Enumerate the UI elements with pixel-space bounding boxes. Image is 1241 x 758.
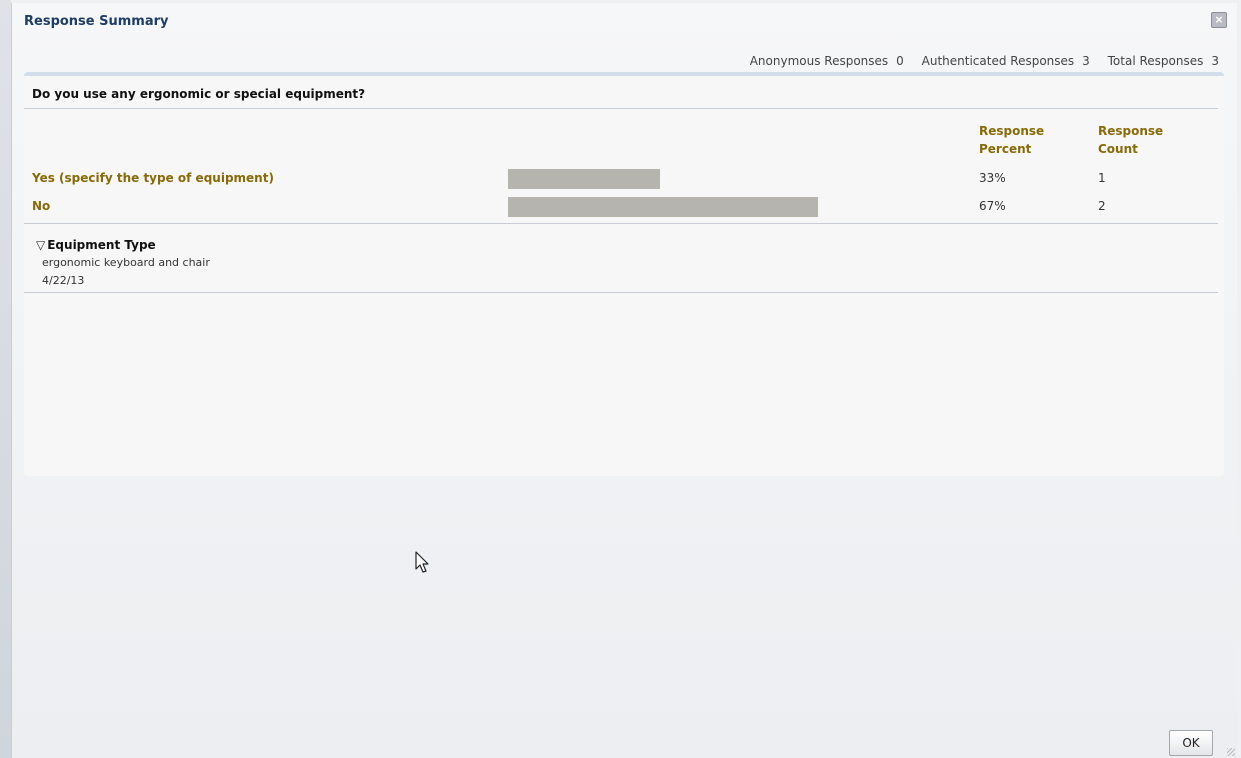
anonymous-responses-value: 0 xyxy=(896,54,904,68)
total-responses-value: 3 xyxy=(1211,54,1219,68)
answer-bar xyxy=(508,169,661,189)
answer-label: No xyxy=(32,199,51,213)
divider xyxy=(24,223,1218,224)
response-count-header: Response Count xyxy=(1098,124,1164,156)
answer-count: 2 xyxy=(1098,199,1106,213)
equipment-type-toggle[interactable]: ▽ Equipment Type xyxy=(36,238,156,252)
divider xyxy=(24,108,1218,109)
answer-bar-track xyxy=(508,169,970,189)
answer-percent: 67% xyxy=(979,199,1006,213)
section-heading: Equipment Type xyxy=(47,238,156,252)
response-summary-dialog: Response Summary × Anonymous Responses 0 … xyxy=(11,3,1237,758)
total-responses-label: Total Responses xyxy=(1107,54,1204,68)
dialog-title: Response Summary xyxy=(24,14,169,29)
detail-date: 4/22/13 xyxy=(42,274,85,287)
anonymous-responses-label: Anonymous Responses xyxy=(749,54,889,68)
authenticated-responses-label: Authenticated Responses xyxy=(921,54,1075,68)
response-counts: Anonymous Responses 0 Authenticated Respo… xyxy=(736,54,1219,68)
answer-label: Yes (specify the type of equipment) xyxy=(32,171,274,185)
answer-bar-track xyxy=(508,197,970,217)
ok-button[interactable]: OK xyxy=(1169,730,1213,756)
divider xyxy=(24,292,1218,293)
answer-bar xyxy=(508,197,818,217)
detail-text: ergonomic keyboard and chair xyxy=(42,256,210,269)
question-panel: Do you use any ergonomic or special equi… xyxy=(24,72,1224,476)
mouse-pointer-icon xyxy=(415,551,429,573)
resize-grip-icon[interactable] xyxy=(1227,748,1235,756)
authenticated-responses-value: 3 xyxy=(1082,54,1090,68)
answer-percent: 33% xyxy=(979,171,1006,185)
close-icon[interactable]: × xyxy=(1211,12,1227,28)
response-percent-header: Response Percent xyxy=(979,124,1045,156)
background-window-edge xyxy=(0,0,11,758)
question-text: Do you use any ergonomic or special equi… xyxy=(32,87,366,101)
collapse-triangle-icon: ▽ xyxy=(36,238,46,252)
answer-count: 1 xyxy=(1098,171,1106,185)
